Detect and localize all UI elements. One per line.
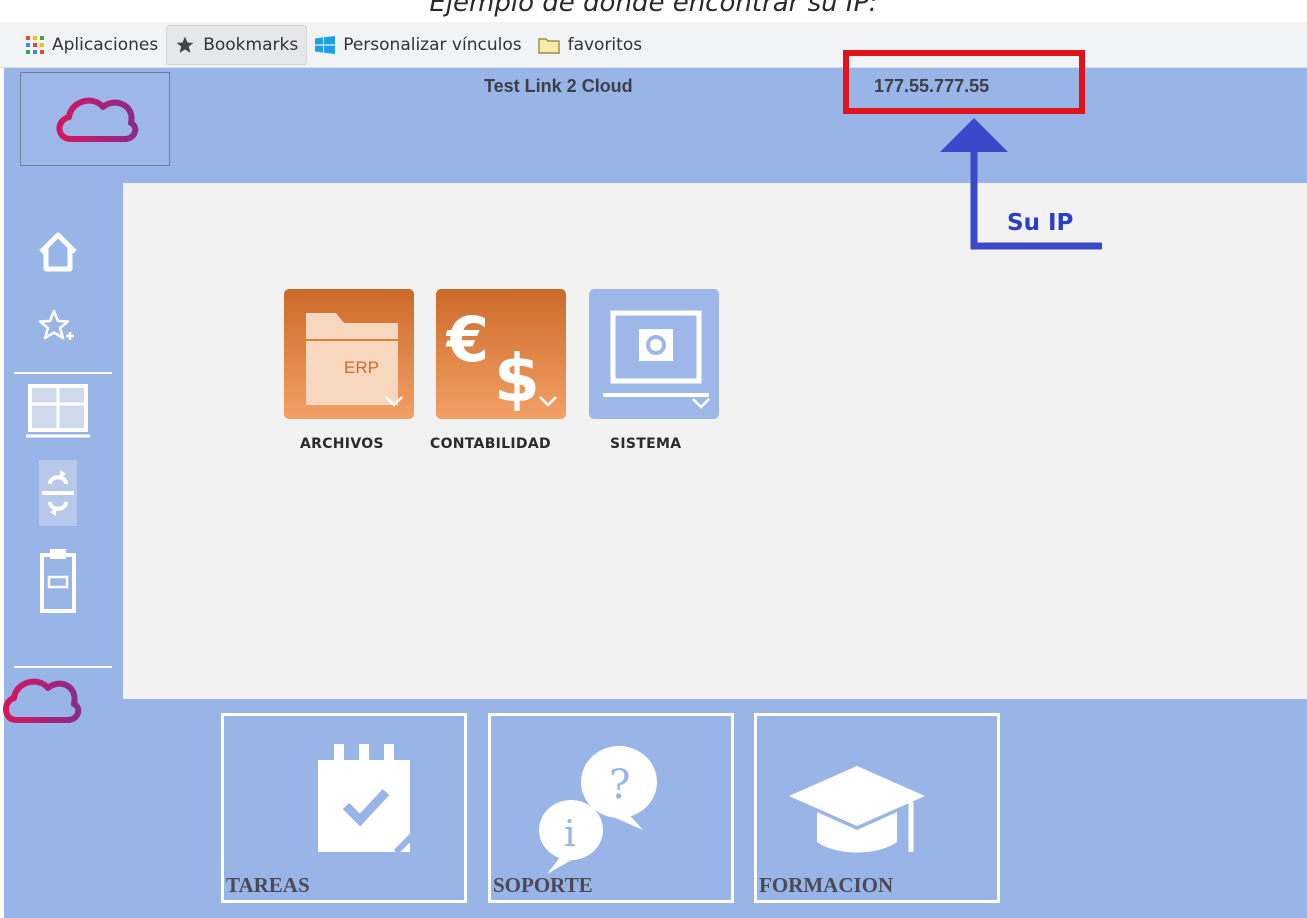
svg-text:€: € bbox=[446, 303, 489, 376]
module-archivos-label: ARCHIVOS bbox=[300, 436, 384, 452]
bookmark-apps-label: Aplicaciones bbox=[52, 34, 159, 55]
star-icon bbox=[175, 35, 195, 55]
sidebar-divider bbox=[14, 372, 112, 374]
monitor-gear-icon bbox=[599, 299, 717, 422]
help-bubbles-icon: ? i bbox=[531, 738, 671, 883]
bookmark-custom-links[interactable]: Personalizar vínculos bbox=[307, 26, 529, 64]
bookmark-bookmarks[interactable]: Bookmarks bbox=[166, 24, 308, 65]
windows-icon bbox=[315, 35, 336, 54]
bookmark-apps[interactable]: Aplicaciones bbox=[18, 26, 166, 64]
folder-erp-icon: ERP bbox=[304, 309, 408, 418]
module-contabilidad-tile[interactable]: € $ bbox=[436, 289, 566, 419]
graduation-cap-icon bbox=[787, 756, 927, 871]
annotation-arrow bbox=[940, 118, 1102, 250]
caption: Ejemplo de donde encontrar su IP: bbox=[429, 0, 878, 18]
formacion-label: FORMACION bbox=[759, 873, 894, 897]
cloud-brand-icon[interactable] bbox=[0, 670, 106, 730]
euro-dollar-icon: € $ bbox=[444, 299, 564, 422]
soporte-tile[interactable]: ? i SOPORTE bbox=[488, 713, 734, 903]
app-title: Test Link 2 Cloud bbox=[484, 76, 633, 96]
bookmark-favorites-folder[interactable]: favoritos bbox=[530, 26, 651, 64]
ip-highlight-box bbox=[843, 50, 1085, 114]
sidebar-divider bbox=[14, 666, 112, 668]
sidebar bbox=[3, 180, 112, 918]
bookmark-bookmarks-label: Bookmarks bbox=[203, 34, 299, 55]
home-icon[interactable] bbox=[4, 230, 112, 274]
bookmark-custom-links-label: Personalizar vínculos bbox=[343, 34, 522, 55]
add-favorite-icon[interactable] bbox=[4, 308, 112, 348]
module-sistema-tile[interactable] bbox=[589, 289, 719, 419]
apps-grid-icon bbox=[26, 35, 44, 54]
su-ip-annotation: Su IP bbox=[1007, 210, 1074, 236]
layout-panels-icon[interactable] bbox=[4, 382, 112, 438]
bookmark-favorites-label: favoritos bbox=[567, 34, 643, 55]
tareas-label: TAREAS bbox=[226, 873, 310, 897]
calendar-check-icon bbox=[312, 738, 432, 863]
svg-text:?: ? bbox=[609, 762, 630, 808]
module-contabilidad-label: CONTABILIDAD bbox=[430, 436, 551, 452]
bookmarks-bar: Aplicaciones Bookmarks Personalizar vínc… bbox=[0, 22, 1307, 68]
soporte-label: SOPORTE bbox=[493, 873, 593, 897]
svg-text:i: i bbox=[564, 814, 576, 855]
folder-icon bbox=[537, 36, 560, 54]
formacion-tile[interactable]: FORMACION bbox=[754, 713, 1000, 903]
sync-icon[interactable] bbox=[4, 460, 112, 526]
clipboard-icon[interactable] bbox=[4, 545, 112, 615]
logo-button[interactable] bbox=[20, 72, 170, 166]
tareas-tile[interactable]: TAREAS bbox=[221, 713, 467, 903]
svg-text:$: $ bbox=[494, 340, 540, 417]
erp-badge: ERP bbox=[344, 358, 379, 377]
module-sistema-label: SISTEMA bbox=[610, 436, 682, 452]
module-archivos-tile[interactable]: ERP bbox=[284, 289, 414, 419]
cloud-logo-icon bbox=[49, 87, 141, 152]
